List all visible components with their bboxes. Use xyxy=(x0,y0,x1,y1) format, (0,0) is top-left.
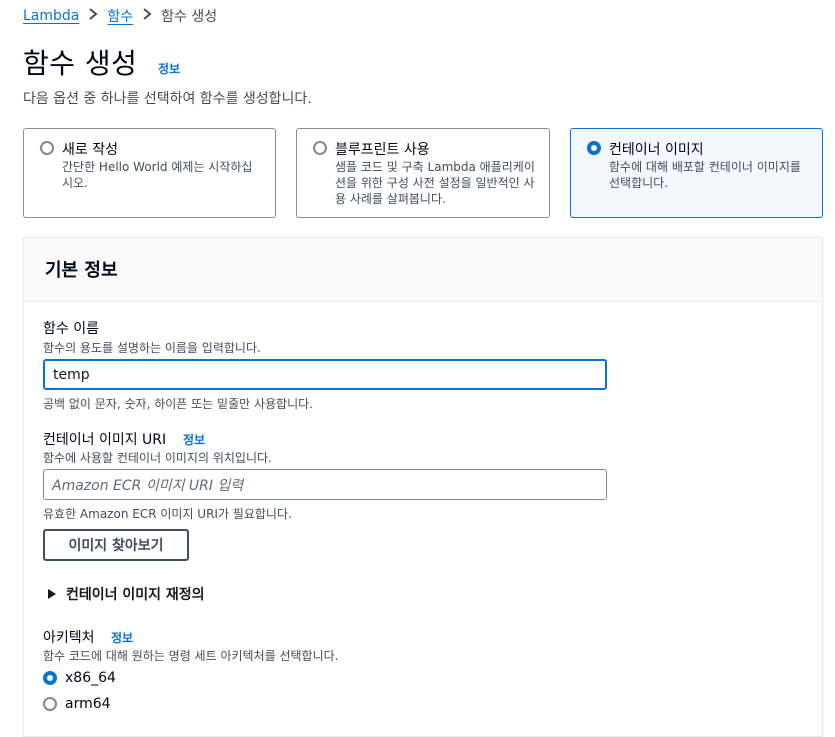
expander-label: 컨테이너 이미지 재정의 xyxy=(66,587,205,603)
page-title: 함수 생성 xyxy=(23,47,138,80)
image-uri-info-link[interactable]: 정보 xyxy=(183,431,205,448)
architecture-description: 함수 코드에 대해 원하는 명령 세트 아키텍처를 선택합니다. xyxy=(43,649,339,663)
page-subtitle: 다음 옵션 중 하나를 선택하여 함수를 생성합니다. xyxy=(23,91,312,107)
title-info-link[interactable]: 정보 xyxy=(158,60,180,77)
architecture-arm64-radio[interactable] xyxy=(43,697,57,711)
option-author-from-scratch-radio[interactable] xyxy=(40,141,54,155)
option-container-image-radio[interactable] xyxy=(587,141,601,155)
image-uri-placeholder: Amazon ECR 이미지 URI 입력 xyxy=(52,477,244,494)
option-description: 함수에 대해 배포할 컨테이너 이미지를 선택합니다. xyxy=(609,160,801,190)
container-image-overrides-expander[interactable]: 컨테이너 이미지 재정의 xyxy=(48,584,205,604)
option-description: 간단한 Hello World 예제는 시작하십시오. xyxy=(62,160,253,190)
image-uri-label: 컨테이너 이미지 URI xyxy=(43,432,167,448)
option-title: 블루프린트 사용 xyxy=(335,142,430,158)
breadcrumb: Lambda 함수 함수 생성 xyxy=(23,6,217,26)
option-title: 새로 작성 xyxy=(62,142,118,158)
panel-header: 기본 정보 xyxy=(24,238,822,302)
function-name-value: temp xyxy=(53,366,90,383)
function-name-input[interactable]: temp xyxy=(43,359,607,390)
caret-right-icon xyxy=(48,589,56,599)
image-uri-description: 함수에 사용할 컨테이너 이미지의 위치입니다. xyxy=(43,451,272,465)
architecture-option-arm64[interactable]: arm64 xyxy=(43,696,111,712)
browse-images-button[interactable]: 이미지 찾아보기 xyxy=(43,529,189,561)
option-title: 컨테이너 이미지 xyxy=(609,142,704,158)
option-container-image[interactable]: 컨테이너 이미지 함수에 대해 배포할 컨테이너 이미지를 선택합니다. xyxy=(570,128,823,218)
breadcrumb-lambda-link[interactable]: Lambda xyxy=(23,8,79,24)
breadcrumb-current: 함수 생성 xyxy=(161,9,218,25)
option-use-blueprint-radio[interactable] xyxy=(313,141,327,155)
option-author-from-scratch[interactable]: 새로 작성 간단한 Hello World 예제는 시작하십시오. xyxy=(23,128,276,218)
architecture-option-label: x86_64 xyxy=(65,670,116,686)
breadcrumb-functions-link[interactable]: 함수 xyxy=(107,6,133,26)
option-use-blueprint[interactable]: 블루프린트 사용 샘플 코드 및 구축 Lambda 애플리케이션을 위한 구성… xyxy=(296,128,550,218)
architecture-info-link[interactable]: 정보 xyxy=(111,629,133,646)
architecture-option-x86_64[interactable]: x86_64 xyxy=(43,670,116,686)
architecture-option-label: arm64 xyxy=(65,696,111,712)
image-uri-constraint: 유효한 Amazon ECR 이미지 URI가 필요합니다. xyxy=(43,507,292,521)
chevron-right-icon xyxy=(139,8,155,24)
image-uri-input[interactable]: Amazon ECR 이미지 URI 입력 xyxy=(43,469,607,500)
function-name-description: 함수의 용도를 설명하는 이름을 입력합니다. xyxy=(43,341,261,355)
panel-title: 기본 정보 xyxy=(45,260,118,281)
architecture-label: 아키텍처 xyxy=(43,630,95,646)
function-name-label: 함수 이름 xyxy=(43,321,99,337)
chevron-right-icon xyxy=(85,8,101,24)
function-name-constraint: 공백 없이 문자, 숫자, 하이픈 또는 밑줄만 사용합니다. xyxy=(43,397,313,411)
option-description: 샘플 코드 및 구축 Lambda 애플리케이션을 위한 구성 사전 설정을 일… xyxy=(335,160,535,206)
architecture-x86_64-radio[interactable] xyxy=(43,671,57,685)
